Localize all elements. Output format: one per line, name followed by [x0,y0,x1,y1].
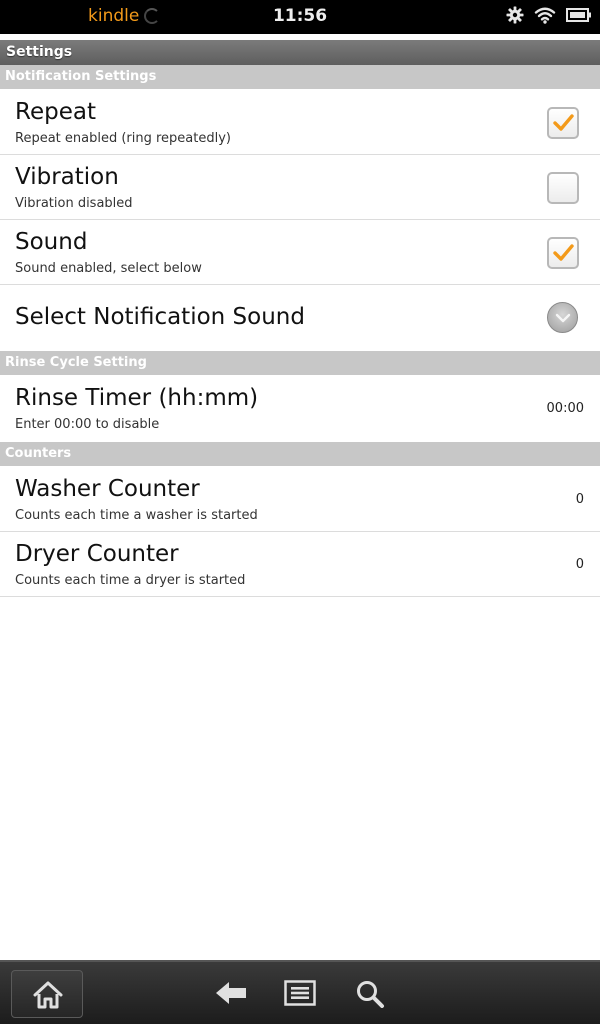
home-button[interactable] [11,970,83,1018]
battery-icon [566,7,592,27]
vibration-summary: Vibration disabled [15,196,133,211]
rinse-timer-title: Rinse Timer (hh:mm) [15,385,259,411]
dryer-counter-title: Dryer Counter [15,541,179,567]
washer-counter-value: 0 [575,492,584,507]
search-button[interactable] [355,980,385,1012]
section-header-notification: Notification Settings [0,65,600,89]
menu-button[interactable] [284,980,316,1010]
repeat-checkbox[interactable] [547,107,579,139]
checkmark-icon [553,244,574,261]
rinse-timer-summary: Enter 00:00 to disable [15,417,160,432]
home-icon [33,981,63,1009]
checkmark-icon [553,114,574,131]
sound-summary: Sound enabled, select below [15,261,202,276]
repeat-title: Repeat [15,99,96,125]
wifi-icon[interactable] [534,6,556,28]
status-bar: kindle 11:56 [0,0,600,34]
section-header-counters: Counters [0,442,600,466]
section-header-rinse: Rinse Cycle Setting [0,351,600,375]
search-icon [357,981,384,1008]
vibration-checkbox[interactable] [547,172,579,204]
select-sound-row[interactable]: Select Notification Sound [0,285,600,350]
washer-counter-summary: Counts each time a washer is started [15,508,258,523]
back-icon [216,982,246,1004]
select-sound-title: Select Notification Sound [15,304,305,330]
vibration-setting-row[interactable]: Vibration Vibration disabled [0,155,600,220]
vibration-title: Vibration [15,164,119,190]
chevron-down-icon [555,313,571,323]
screen-title: Settings [0,40,600,65]
status-icons [506,6,592,28]
repeat-setting-row[interactable]: Repeat Repeat enabled (ring repeatedly) [0,90,600,155]
rinse-timer-row[interactable]: Rinse Timer (hh:mm) Enter 00:00 to disab… [0,376,600,441]
bottom-nav-bar [0,960,600,1024]
rinse-timer-value: 00:00 [546,401,584,416]
gear-icon[interactable] [506,6,524,28]
back-button[interactable] [214,980,248,1010]
sound-title: Sound [15,229,88,255]
dryer-counter-value: 0 [575,557,584,572]
sound-setting-row[interactable]: Sound Sound enabled, select below [0,220,600,285]
repeat-summary: Repeat enabled (ring repeatedly) [15,131,231,146]
sound-checkbox[interactable] [547,237,579,269]
dropdown-button[interactable] [547,302,578,333]
washer-counter-row[interactable]: Washer Counter Counts each time a washer… [0,467,600,532]
menu-icon [284,980,316,1006]
washer-counter-title: Washer Counter [15,476,200,502]
dryer-counter-row[interactable]: Dryer Counter Counts each time a dryer i… [0,532,600,597]
dryer-counter-summary: Counts each time a dryer is started [15,573,246,588]
